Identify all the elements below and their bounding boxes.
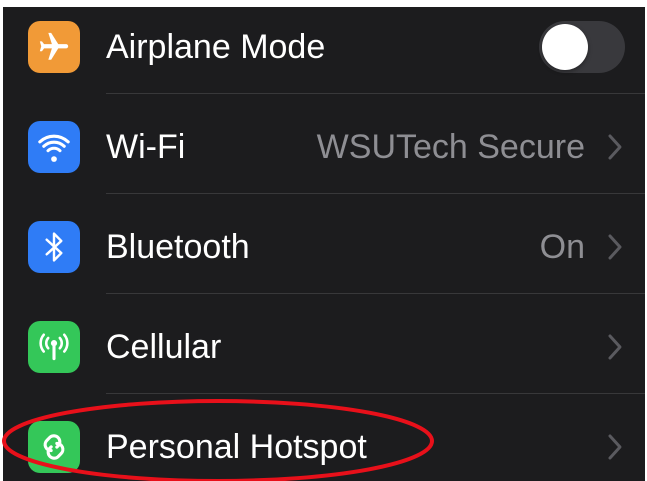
toggle-knob — [542, 24, 588, 70]
settings-screen: Airplane Mode Wi-Fi WSUTech Secure Bluet… — [3, 7, 645, 481]
airplane-icon — [28, 21, 80, 73]
bluetooth-status-value: On — [539, 228, 585, 266]
separator — [106, 293, 645, 294]
chevron-right-icon — [608, 334, 622, 360]
chevron-right-icon — [608, 134, 622, 160]
airplane-mode-row[interactable]: Airplane Mode — [3, 7, 645, 97]
separator — [106, 193, 645, 194]
separator — [106, 393, 645, 394]
personal-hotspot-label: Personal Hotspot — [106, 428, 367, 466]
cellular-row[interactable]: Cellular — [3, 297, 645, 397]
chevron-right-icon — [608, 434, 622, 460]
airplane-mode-label: Airplane Mode — [106, 28, 326, 66]
separator — [106, 93, 645, 94]
hotspot-link-icon — [28, 421, 80, 473]
wifi-label: Wi-Fi — [106, 128, 186, 166]
bluetooth-label: Bluetooth — [106, 228, 250, 266]
cellular-antenna-icon — [28, 321, 80, 373]
wifi-icon — [28, 121, 80, 173]
airplane-mode-toggle[interactable] — [539, 21, 625, 73]
bluetooth-icon — [28, 221, 80, 273]
chevron-right-icon — [608, 234, 622, 260]
bluetooth-row[interactable]: Bluetooth On — [3, 197, 645, 297]
wifi-row[interactable]: Wi-Fi WSUTech Secure — [3, 97, 645, 197]
personal-hotspot-row[interactable]: Personal Hotspot — [3, 397, 645, 481]
wifi-network-value: WSUTech Secure — [316, 128, 585, 166]
cellular-label: Cellular — [106, 328, 222, 366]
